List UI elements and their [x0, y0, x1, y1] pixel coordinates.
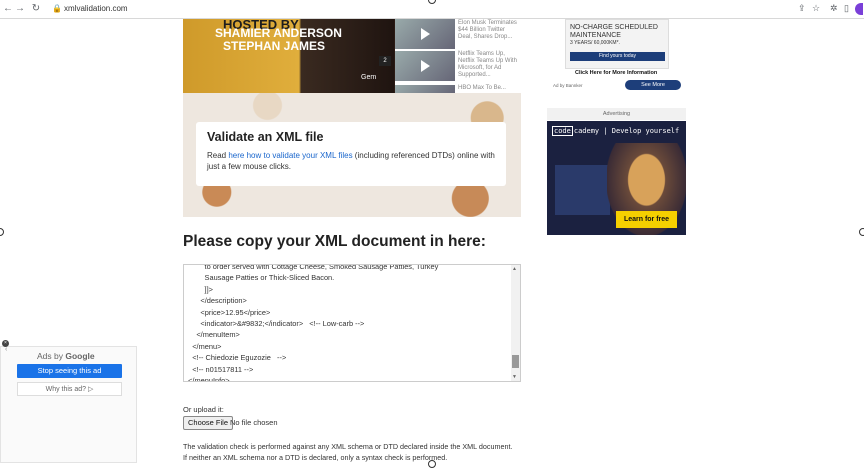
- scroll-up-icon[interactable]: ▲: [512, 266, 517, 272]
- code-line: to order served with Cottage Cheese, Smo…: [184, 264, 439, 271]
- codecademy-ad[interactable]: code cademy | Develop yourself Learn for …: [547, 121, 686, 235]
- page-badge: 2: [379, 56, 391, 66]
- back-arrow-icon[interactable]: ‹: [5, 346, 7, 353]
- video-thumb-3[interactable]: [395, 85, 455, 106]
- advertising-label: Advertising: [547, 108, 686, 120]
- lock-icon: 🔒: [52, 4, 62, 13]
- maintenance-ad-image[interactable]: NO-CHARGE SCHEDULED MAINTENANCE 3 YEARS/…: [565, 19, 669, 69]
- url-text: xmlvalidation.com: [64, 4, 128, 13]
- code-line: </menuInfo>: [184, 375, 230, 382]
- info-line1: The validation check is performed agains…: [183, 442, 513, 451]
- ad-byline: Ad by Bannker: [553, 83, 583, 88]
- hero-line2: SHAMIER ANDERSON: [215, 26, 342, 40]
- copy-heading: Please copy your XML document in here:: [183, 233, 486, 250]
- upload-label: Or upload it:: [183, 405, 224, 414]
- info-line2: If neither an XML schema nor a DTD is de…: [183, 453, 448, 462]
- forward-icon[interactable]: →: [14, 3, 26, 15]
- resize-handle-bottom[interactable]: [428, 460, 436, 468]
- stop-seeing-ad-button[interactable]: Stop seeing this ad: [17, 364, 122, 378]
- back-icon[interactable]: ←: [2, 3, 14, 15]
- code-line: </description>: [184, 296, 247, 306]
- ad-headline: NO-CHARGE SCHEDULED MAINTENANCE: [570, 24, 658, 39]
- code-line: <price>12.95</price>: [184, 307, 271, 317]
- intro-title: Validate an XML file: [207, 130, 324, 144]
- ad-sub: 3 YEARS/ 60,000KM*.: [570, 40, 620, 46]
- code-line: ]]>: [184, 284, 213, 294]
- profile-avatar[interactable]: [855, 3, 863, 15]
- resize-handle-left[interactable]: [0, 228, 4, 236]
- ad-click-text[interactable]: Click Here for More Information: [575, 70, 657, 76]
- scrollbar-thumb[interactable]: [512, 355, 519, 368]
- xml-textarea[interactable]: to order served with Cottage Cheese, Smo…: [183, 264, 521, 382]
- scroll-down-icon[interactable]: ▼: [512, 374, 517, 380]
- find-yours-button[interactable]: Find yours today: [570, 52, 665, 61]
- code-line: <!-- n01517811 -->: [184, 364, 254, 374]
- video-hero[interactable]: HOSTED BY SHAMIER ANDERSON STEPHAN JAMES…: [183, 19, 521, 106]
- video-thumbnail[interactable]: HOSTED BY SHAMIER ANDERSON STEPHAN JAMES…: [183, 19, 394, 93]
- see-more-button[interactable]: See More: [625, 80, 681, 90]
- video-thumb-2[interactable]: [395, 51, 455, 81]
- intro-card: Validate an XML file Read here how to va…: [196, 122, 506, 186]
- editor-scrollbar[interactable]: ▲ ▼: [511, 265, 520, 381]
- learn-free-button[interactable]: Learn for free: [616, 211, 677, 228]
- code-line: <!-- Chiedozie Eguzozie -->: [184, 353, 287, 363]
- monitor-image: [555, 165, 610, 215]
- gem-logo: Gem: [361, 74, 377, 81]
- intro-text: Read here how to validate your XML files…: [207, 151, 495, 171]
- hero-line3: STEPHAN JAMES: [223, 39, 326, 53]
- address-bar[interactable]: 🔒 xmlvalidation.com: [46, 2, 786, 17]
- why-this-ad-button[interactable]: Why this ad? ▷: [17, 382, 122, 396]
- choose-file-button[interactable]: Choose File: [183, 416, 234, 430]
- video-title-1[interactable]: Elon Musk Terminates $44 Billion Twitter…: [458, 20, 520, 41]
- xml-content[interactable]: to order served with Cottage Cheese, Smo…: [184, 264, 512, 382]
- star-icon[interactable]: ☆: [812, 3, 820, 14]
- maintenance-ad[interactable]: NO-CHARGE SCHEDULED MAINTENANCE 3 YEARS/…: [547, 19, 686, 91]
- code-line: Sausage Patties or Thick-Sliced Bacon.: [184, 273, 335, 283]
- resize-handle-right[interactable]: [859, 228, 864, 236]
- validate-howto-link[interactable]: here how to validate your XML files: [228, 151, 352, 160]
- code-line: </menu>: [184, 341, 222, 351]
- code-line: </menuItem>: [184, 330, 240, 340]
- ads-by-google: Ads by Google: [37, 351, 95, 361]
- sidepanel-icon[interactable]: ▯: [844, 3, 849, 14]
- share-icon[interactable]: ⇪: [798, 3, 806, 14]
- extensions-icon[interactable]: ✲: [830, 3, 838, 14]
- video-thumb-1[interactable]: [395, 19, 455, 49]
- video-title-3[interactable]: HBO Max To Be...: [458, 85, 520, 92]
- codecademy-logo: code cademy | Develop yourself: [552, 126, 680, 136]
- code-line: <indicator>&#9832;</indicator> <!-- Low-…: [184, 318, 365, 328]
- video-playlist: Elon Musk Terminates $44 Billion Twitter…: [395, 19, 521, 106]
- file-status: No file chosen: [230, 418, 278, 427]
- reload-icon[interactable]: ↻: [30, 3, 42, 15]
- video-title-2[interactable]: Netflix Teams Up, Netflix Teams Up With …: [458, 51, 520, 79]
- google-ad-panel: × ‹ Ads by Google Stop seeing this ad Wh…: [0, 340, 137, 463]
